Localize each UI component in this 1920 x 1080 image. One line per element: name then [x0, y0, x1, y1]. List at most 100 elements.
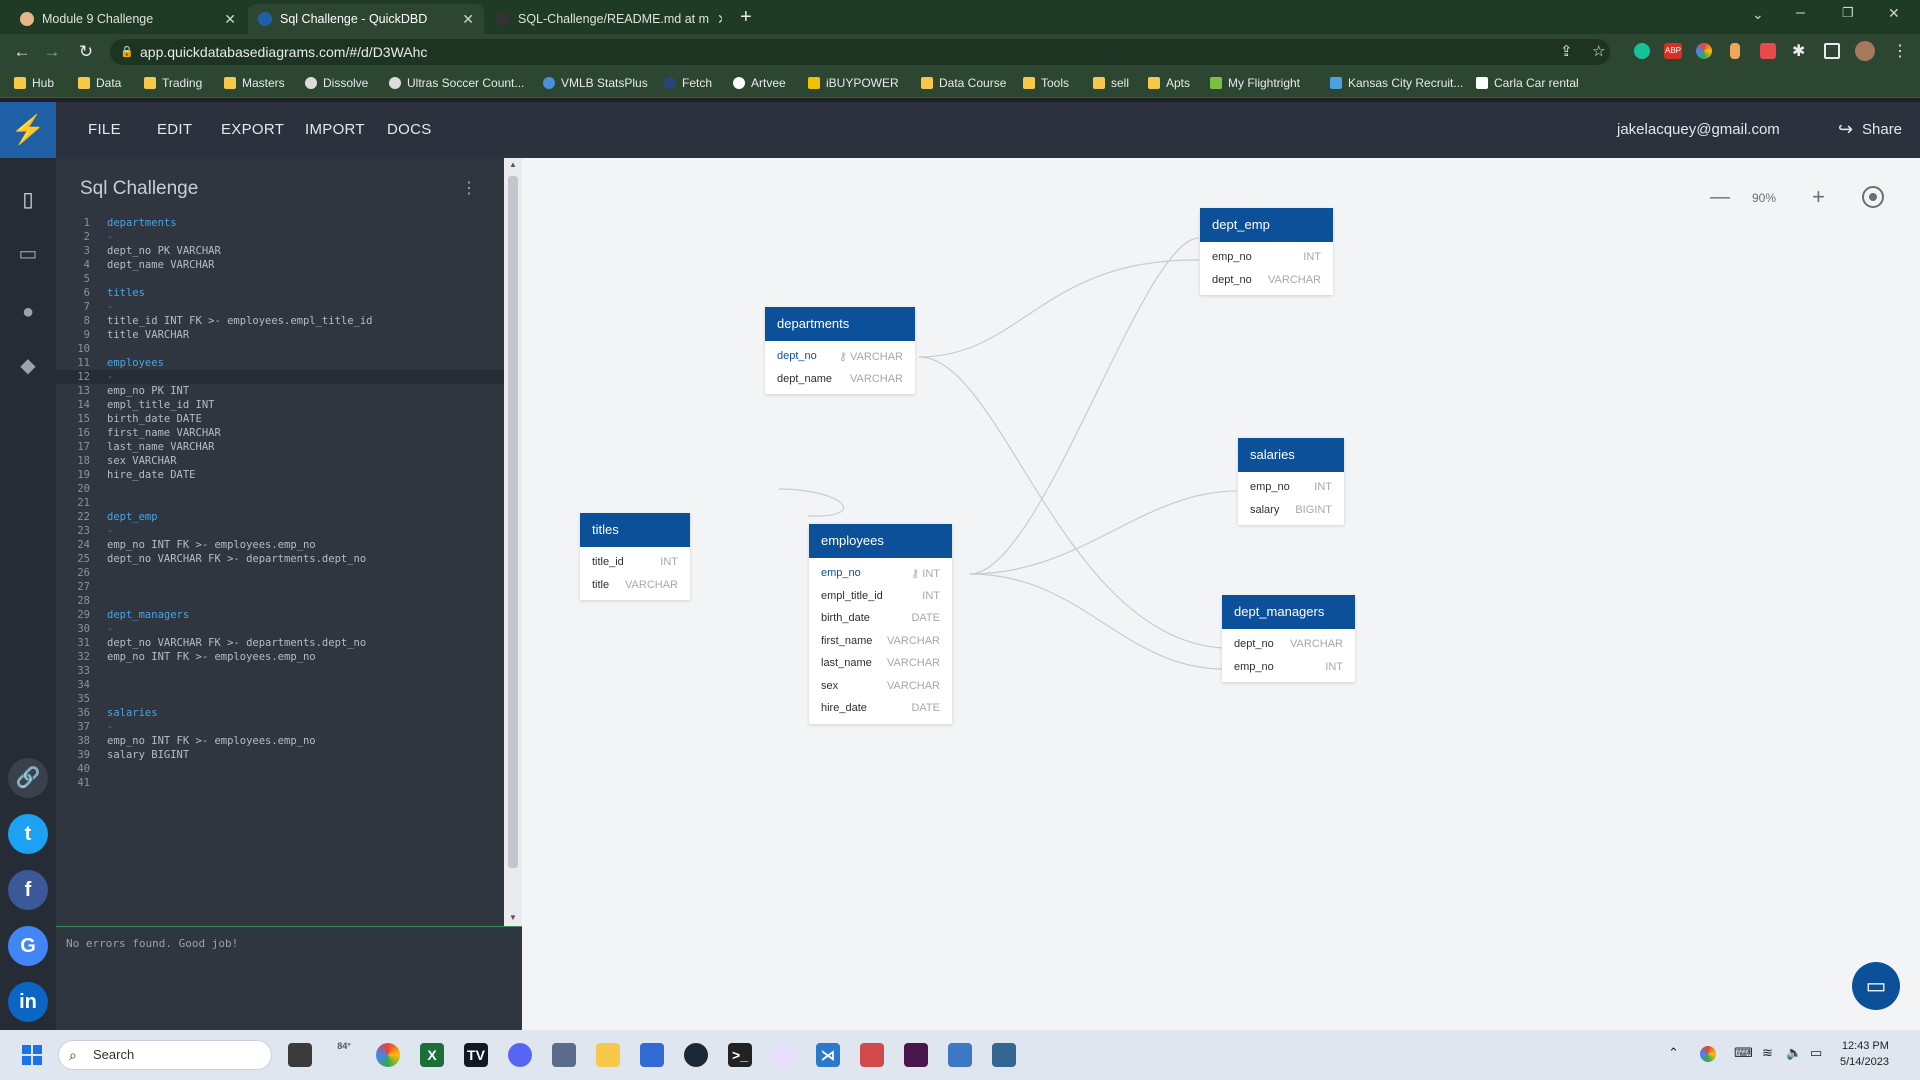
code-line[interactable]: 25 dept_no VARCHAR FK >- departments.dept… [56, 552, 504, 566]
file-explorer-taskbar-icon[interactable] [596, 1043, 620, 1067]
link-icon[interactable]: 🔗 [8, 758, 48, 798]
extensions-puzzle-icon[interactable]: ✱ [1792, 41, 1805, 61]
discord-taskbar-icon[interactable] [508, 1043, 532, 1067]
bookmark-ultras[interactable]: Ultras Soccer Count... [389, 76, 524, 90]
code-line[interactable]: 28 [56, 594, 504, 608]
restore-icon[interactable]: ❐ [1842, 5, 1854, 21]
tab-sql-challenge[interactable]: Sql Challenge - QuickDBD ✕ [248, 4, 484, 34]
minimize-icon[interactable]: – [1796, 4, 1805, 22]
menu-docs[interactable]: DOCS [387, 121, 432, 138]
code-line[interactable]: 11 employees [56, 356, 504, 370]
app-taskbar-icon[interactable] [948, 1043, 972, 1067]
code-line[interactable]: 15 birth_date DATE [56, 412, 504, 426]
bookmark-tools[interactable]: Tools [1023, 76, 1069, 90]
chrome-tray-icon[interactable] [1700, 1046, 1716, 1062]
app-taskbar-icon[interactable] [860, 1043, 884, 1067]
code-line[interactable]: 3 dept_no PK VARCHAR [56, 244, 504, 258]
code-line[interactable]: 19 hire_date DATE [56, 468, 504, 482]
code-line[interactable]: 30 - [56, 622, 504, 636]
code-line[interactable]: 20 [56, 482, 504, 496]
calculator-taskbar-icon[interactable] [552, 1043, 576, 1067]
code-line[interactable]: 17 last_name VARCHAR [56, 440, 504, 454]
schema-editor[interactable]: Sql Challenge ⋮ 1 departments 2-3 dept_no P… [56, 158, 504, 926]
linkedin-icon[interactable]: in [8, 982, 48, 1022]
editor-scrollbar[interactable]: ▲ ▼ [504, 158, 522, 926]
code-line[interactable]: 10 [56, 342, 504, 356]
code-line[interactable]: 22 dept_emp [56, 510, 504, 524]
bookmark-trading[interactable]: Trading [144, 76, 202, 90]
extension-icon[interactable] [1730, 43, 1740, 59]
bookmark-flightright[interactable]: My Flightright [1210, 76, 1300, 90]
code-line[interactable]: 21 [56, 496, 504, 510]
bookmark-sell[interactable]: sell [1093, 76, 1129, 90]
code-line[interactable]: 9 title VARCHAR [56, 328, 504, 342]
scroll-up-icon[interactable]: ▲ [509, 160, 517, 169]
account-icon[interactable]: ● [14, 298, 42, 326]
share-icon[interactable]: ↪ [1838, 119, 1853, 140]
bookmark-data-course[interactable]: Data Course [921, 76, 1006, 90]
code-line[interactable]: 5 [56, 272, 504, 286]
facebook-icon[interactable]: f [8, 870, 48, 910]
chrome-taskbar-icon[interactable] [376, 1043, 400, 1067]
code-line[interactable]: 18 sex VARCHAR [56, 454, 504, 468]
back-icon[interactable]: ← [12, 42, 32, 62]
tradingview-taskbar-icon[interactable]: TV [464, 1043, 488, 1067]
table-card-titles[interactable]: titles title_id INT title VARCHAR [580, 513, 690, 600]
code-line[interactable]: 16 first_name VARCHAR [56, 426, 504, 440]
bookmark-data[interactable]: Data [78, 76, 121, 90]
browser-menu-icon[interactable]: ⋮ [1892, 41, 1908, 61]
code-line[interactable]: 38 emp_no INT FK >- employees.emp_no [56, 734, 504, 748]
code-line[interactable]: 33 [56, 664, 504, 678]
code-line[interactable]: 40 [56, 762, 504, 776]
code-line[interactable]: 8 title_id INT FK >- employees.empl_title… [56, 314, 504, 328]
reload-icon[interactable]: ↻ [76, 42, 96, 62]
share-page-icon[interactable]: ⇪ [1560, 42, 1573, 60]
bookmark-dissolve[interactable]: Dissolve [305, 76, 368, 90]
share-button[interactable]: Share [1862, 121, 1902, 138]
code-line[interactable]: 1 departments [56, 216, 504, 230]
code-line[interactable]: 2- [56, 230, 504, 244]
table-card-dept-emp[interactable]: dept_emp emp_no INT dept_no VARCHAR [1200, 208, 1333, 295]
taskbar-clock[interactable]: 12:43 PM 5/14/2023 [1840, 1038, 1889, 1070]
vscode-taskbar-icon[interactable]: ⋊ [816, 1043, 840, 1067]
task-view-icon[interactable] [288, 1043, 312, 1067]
code-line[interactable]: 32 emp_no INT FK >- employees.emp_no [56, 650, 504, 664]
new-tab-icon[interactable]: + [740, 6, 752, 29]
table-card-employees[interactable]: employees emp_no ⚷ INT empl_title_id INT b… [809, 524, 952, 724]
support-chat-icon[interactable]: ▭ [1852, 962, 1900, 1010]
code-line[interactable]: 41 [56, 776, 504, 790]
forward-icon[interactable]: → [42, 42, 62, 62]
code-line[interactable]: 24 emp_no INT FK >- employees.emp_no [56, 538, 504, 552]
tab-module-9[interactable]: Module 9 Challenge ✕ [10, 4, 246, 34]
code-line[interactable]: 7- [56, 300, 504, 314]
code-editor[interactable]: 1 departments 2-3 dept_no PK VARCHAR 4 dept_n… [56, 216, 504, 790]
bookmark-kansas-city[interactable]: Kansas City Recruit... [1330, 76, 1463, 90]
bookmark-carla[interactable]: Carla Car rental [1476, 76, 1579, 90]
code-line[interactable]: 14 empl_title_id INT [56, 398, 504, 412]
terminal-taskbar-icon[interactable]: >_ [728, 1043, 752, 1067]
menu-export[interactable]: EXPORT [221, 121, 284, 138]
code-line[interactable]: 36 salaries [56, 706, 504, 720]
code-line[interactable]: 29 dept_managers [56, 608, 504, 622]
close-icon[interactable]: ✕ [462, 11, 474, 28]
bookmark-artvee[interactable]: Artvee [733, 76, 786, 90]
document-menu-icon[interactable]: ⋮ [461, 178, 477, 198]
wifi-icon[interactable]: ≋ [1762, 1045, 1773, 1061]
url-input[interactable]: 🔒 app.quickdatabasediagrams.com/#/d/D3WA… [110, 39, 1610, 65]
extension-icon[interactable] [1760, 43, 1776, 59]
slack-taskbar-icon[interactable] [904, 1043, 928, 1067]
code-line[interactable]: 37 - [56, 720, 504, 734]
bookmark-vmlb[interactable]: VMLB StatsPlus [543, 76, 648, 90]
weather-widget[interactable]: 84° [332, 1034, 356, 1058]
tab-github-readme[interactable]: SQL-Challenge/README.md at m ✕ [486, 4, 722, 34]
steam-taskbar-icon[interactable] [684, 1043, 708, 1067]
code-line[interactable]: 31 dept_no VARCHAR FK >- departments.dept… [56, 636, 504, 650]
bookmark-ibuypower[interactable]: iBUYPOWER [808, 76, 899, 90]
google-icon[interactable]: G [8, 926, 48, 966]
recenter-icon[interactable] [1862, 186, 1884, 208]
twitter-icon[interactable]: t [8, 814, 48, 854]
volume-icon[interactable]: 🔈 [1786, 1045, 1802, 1061]
windows-start-icon[interactable] [22, 1045, 42, 1065]
zoom-in-icon[interactable]: + [1812, 184, 1825, 210]
bookmark-fetch[interactable]: Fetch [664, 76, 712, 90]
